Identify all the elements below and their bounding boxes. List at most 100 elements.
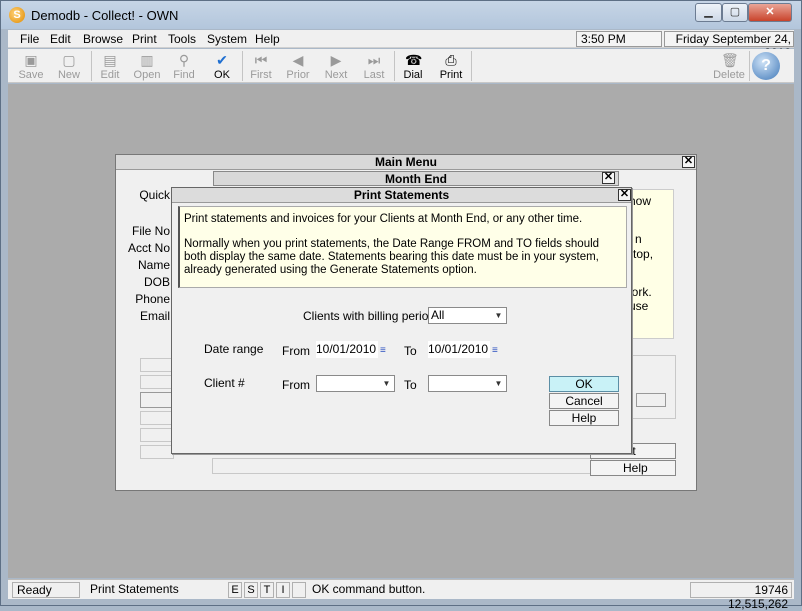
print-statements-info: Print statements and invoices for your C…	[178, 206, 627, 288]
menu-system[interactable]: System	[207, 32, 247, 46]
current-date: Friday September 24, 2010	[664, 31, 794, 60]
next-button[interactable]: ▶ Next	[318, 50, 354, 82]
info-text-line1: Print statements and invoices for your C…	[184, 213, 583, 225]
last-icon: ⏭	[367, 52, 381, 68]
minimize-button[interactable]: ▁	[695, 3, 722, 22]
dob-label: DOB	[143, 275, 170, 289]
help-dialog-button[interactable]: Help	[549, 410, 619, 426]
status-ready: Ready	[12, 582, 80, 598]
file-no-label: File No	[131, 224, 170, 238]
title-bar: S Demodb - Collect! - OWN ▁ ▢ ✕	[1, 1, 801, 29]
toolbar-separator	[471, 51, 472, 81]
ok-button[interactable]: ✔ OK	[204, 50, 240, 82]
print-statements-close-icon[interactable]: ✕	[618, 189, 631, 201]
print-button[interactable]: ⎙ Print	[433, 50, 469, 82]
status-flag-t: T	[260, 582, 274, 598]
status-counter: 19746 12,515,262	[690, 582, 792, 611]
menu-tools[interactable]: Tools	[168, 32, 196, 46]
edit-icon: ▤	[103, 52, 117, 68]
delete-icon: 🗑	[721, 52, 739, 68]
open-button[interactable]: ▥ Open	[129, 50, 165, 82]
info-text-line2: Normally when you print statements, the …	[184, 238, 600, 276]
main-menu-close-icon[interactable]: ✕	[682, 156, 695, 168]
client-from-select[interactable]: ▼	[316, 375, 395, 392]
status-flag-s: S	[244, 582, 258, 598]
ghost-row	[140, 411, 174, 425]
billing-period-label: Clients with billing period	[303, 309, 436, 323]
new-button[interactable]: ▢ New	[51, 50, 87, 82]
print-statements-title: Print Statements	[172, 188, 631, 203]
phone-label: Phone	[135, 292, 170, 306]
ghost-field	[636, 393, 666, 407]
prior-icon: ◀	[292, 52, 304, 68]
status-message: OK command button.	[312, 582, 426, 596]
month-end-close-icon[interactable]: ✕	[602, 172, 615, 184]
printer-icon: ⎙	[445, 52, 457, 68]
dial-button[interactable]: ☎ Dial	[395, 50, 431, 82]
acct-no-label: Acct No	[127, 241, 170, 255]
find-icon: ⚲	[178, 52, 190, 68]
ok-dialog-button[interactable]: OK	[549, 376, 619, 392]
maximize-button[interactable]: ▢	[722, 3, 748, 22]
date-to-label: To	[404, 344, 417, 358]
chevron-down-icon: ▼	[382, 379, 391, 388]
next-icon: ▶	[330, 52, 342, 68]
menu-help[interactable]: Help	[255, 32, 280, 46]
menu-bar: File Edit Browse Print Tools System Help…	[8, 30, 794, 60]
status-flag-e: E	[228, 582, 242, 598]
delete-button[interactable]: 🗑 Delete	[710, 50, 748, 82]
chevron-down-icon: ▼	[494, 379, 503, 388]
billing-period-select[interactable]: All ▼	[428, 307, 507, 324]
ghost-row	[140, 375, 174, 389]
open-icon: ▥	[140, 52, 154, 68]
client-number-label: Client #	[204, 376, 245, 390]
ghost-row	[140, 392, 174, 408]
date-to-field[interactable]: 10/01/2010	[428, 341, 490, 358]
first-button[interactable]: ⏮ First	[243, 50, 279, 82]
clock-time: 3:50 PM	[576, 31, 662, 47]
close-window-button[interactable]: ✕	[748, 3, 792, 22]
status-flag-empty	[292, 582, 306, 598]
calendar-icon[interactable]: ≡	[380, 345, 393, 356]
status-flag-i: I	[276, 582, 290, 598]
last-button[interactable]: ⏭ Last	[356, 50, 392, 82]
prior-button[interactable]: ◀ Prior	[280, 50, 316, 82]
find-button[interactable]: ⚲ Find	[166, 50, 202, 82]
menu-edit[interactable]: Edit	[50, 32, 71, 46]
application-window: S Demodb - Collect! - OWN ▁ ▢ ✕ File Edi…	[0, 0, 802, 611]
print-statements-dialog: Print Statements ✕ Print statements and …	[171, 187, 632, 454]
collect-logo-icon: S	[9, 7, 25, 23]
help-question-icon[interactable]: ?	[752, 52, 780, 80]
cancel-dialog-button[interactable]: Cancel	[549, 393, 619, 409]
menu-browse[interactable]: Browse	[83, 32, 123, 46]
quick-label: Quick	[139, 188, 170, 202]
edit-button[interactable]: ▤ Edit	[92, 50, 128, 82]
name-label: Name	[137, 258, 170, 272]
status-bar: Ready Print Statements E S T I OK comman…	[8, 579, 794, 611]
window-title: Demodb - Collect! - OWN	[31, 8, 179, 23]
ghost-row	[140, 358, 174, 372]
date-from-label: From	[282, 344, 310, 358]
new-icon: ▢	[62, 52, 76, 68]
client-to-label: To	[404, 378, 417, 392]
status-context: Print Statements	[90, 582, 179, 596]
chevron-down-icon: ▼	[494, 311, 503, 320]
client-to-select[interactable]: ▼	[428, 375, 507, 392]
toolbar-separator	[749, 51, 750, 81]
ghost-bar	[212, 458, 592, 474]
month-end-title: Month End	[213, 171, 619, 186]
ghost-row	[140, 445, 174, 459]
main-menu-help-button[interactable]: Help	[590, 460, 676, 476]
save-icon: ▣	[24, 52, 38, 68]
email-label: Email	[139, 309, 170, 323]
date-range-label: Date range	[204, 342, 264, 356]
ok-check-icon: ✔	[216, 52, 228, 68]
toolbar: ▣ Save ▢ New ▤ Edit ▥ Open ⚲ Find ✔ OK ⏮…	[8, 49, 794, 83]
date-from-field[interactable]: 10/01/2010	[316, 341, 378, 358]
first-icon: ⏮	[254, 52, 268, 68]
menu-file[interactable]: File	[20, 32, 39, 46]
menu-print[interactable]: Print	[132, 32, 157, 46]
calendar-icon[interactable]: ≡	[492, 345, 505, 356]
ghost-row	[140, 428, 174, 442]
save-button[interactable]: ▣ Save	[13, 50, 49, 82]
